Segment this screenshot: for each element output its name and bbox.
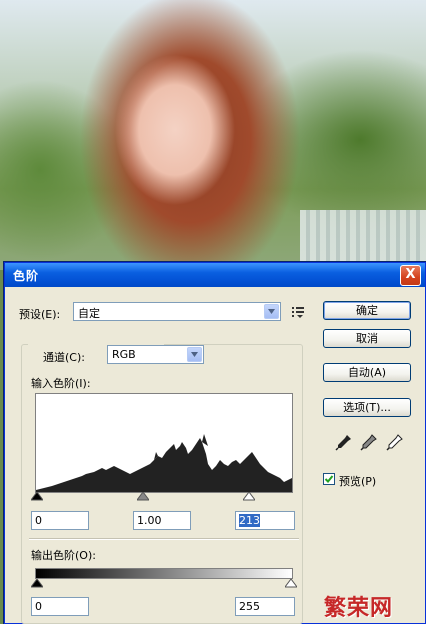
list-menu-icon[interactable] bbox=[292, 306, 306, 318]
divider bbox=[29, 538, 299, 540]
checkmark-icon bbox=[324, 475, 334, 483]
auto-button[interactable]: 自动(A) bbox=[323, 363, 411, 382]
channel-value: RGB bbox=[112, 348, 136, 361]
input-white-field[interactable]: 213 bbox=[235, 511, 295, 530]
output-levels-label: 输出色阶(O): bbox=[31, 549, 96, 562]
cancel-button[interactable]: 取消 bbox=[323, 329, 411, 348]
levels-dialog: 色阶 X 预设(E): 自定 确定 取消 自动(A) 选项(T)... 预览(P… bbox=[4, 262, 426, 624]
chevron-down-icon[interactable] bbox=[264, 304, 279, 319]
histogram-graph bbox=[36, 434, 292, 492]
ok-button[interactable]: 确定 bbox=[323, 301, 411, 320]
channel-select[interactable]: RGB bbox=[107, 345, 204, 364]
black-eyedropper-icon[interactable] bbox=[335, 433, 353, 451]
preview-checkbox[interactable] bbox=[323, 473, 335, 485]
input-white-value: 213 bbox=[239, 514, 260, 527]
output-white-field[interactable]: 255 bbox=[235, 597, 295, 616]
preset-value: 自定 bbox=[78, 307, 100, 320]
chevron-down-icon[interactable] bbox=[187, 347, 202, 362]
histogram bbox=[35, 393, 293, 493]
output-black-slider[interactable] bbox=[31, 579, 43, 588]
white-eyedropper-icon[interactable] bbox=[386, 433, 404, 451]
input-white-slider[interactable] bbox=[243, 492, 255, 501]
background-railing bbox=[300, 210, 426, 270]
output-white-slider[interactable] bbox=[285, 579, 297, 588]
close-button[interactable]: X bbox=[400, 264, 421, 286]
input-levels-label: 输入色阶(I): bbox=[31, 377, 91, 390]
options-button[interactable]: 选项(T)... bbox=[323, 398, 411, 417]
watermark-site-name: 繁荣网 bbox=[324, 596, 394, 621]
output-black-field[interactable]: 0 bbox=[31, 597, 89, 616]
gray-eyedropper-icon[interactable] bbox=[360, 433, 378, 451]
preset-select[interactable]: 自定 bbox=[73, 302, 281, 321]
preset-label: 预设(E): bbox=[19, 308, 61, 321]
input-black-field[interactable]: 0 bbox=[31, 511, 89, 530]
dialog-title: 色阶 bbox=[13, 268, 40, 283]
output-gradient-bar bbox=[35, 568, 293, 579]
input-gamma-field[interactable]: 1.00 bbox=[133, 511, 191, 530]
title-bar[interactable]: 色阶 X bbox=[5, 263, 425, 287]
input-gamma-slider[interactable] bbox=[137, 492, 149, 501]
input-black-slider[interactable] bbox=[31, 492, 43, 501]
preview-label: 预览(P) bbox=[339, 475, 377, 488]
channel-label: 通道(C): bbox=[43, 351, 85, 364]
